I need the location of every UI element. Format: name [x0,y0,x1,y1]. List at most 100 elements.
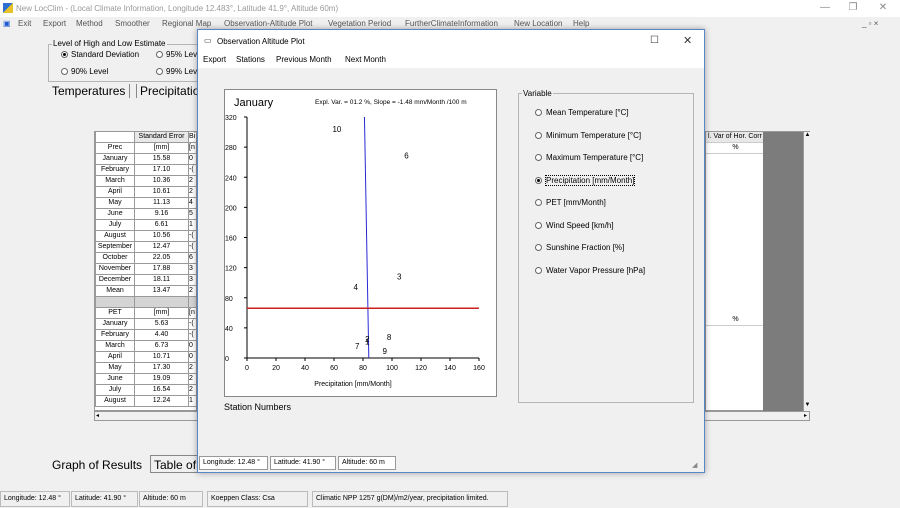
table-row: April 10.71 0 [95,352,196,363]
table-cell: 9.16 [135,209,189,220]
dialog-window-icon: ▭ [204,36,212,45]
menu-method[interactable]: Method [76,19,103,28]
table-header-row: Standard Error Bi [95,132,196,143]
table-row: September 12.47 -( [95,242,196,253]
table-cell: Prec [95,143,135,154]
table-cell: April [95,187,135,198]
level-99-radio[interactable] [156,68,163,75]
maximize-button[interactable]: ❐ [838,0,868,17]
mdi-window-controls[interactable]: _ ▫ × [862,19,878,28]
table-row: January 5.63 -( [95,319,196,330]
tab-temperatures[interactable]: Temperatures [52,84,131,98]
table-cell [95,297,135,308]
variable-radio[interactable] [535,244,542,251]
close-button[interactable]: ✕ [868,0,898,17]
menu-further-climate-information[interactable]: FurtherClimateInformation [405,19,498,28]
table-cell: 18.11 [135,275,189,286]
table-cell: May [95,198,135,209]
table-cell: January [95,154,135,165]
dialog-menu-export[interactable]: Export [203,55,226,64]
table-cell: 2 [189,385,196,396]
table-row: August 12.24 1 [95,396,196,407]
app-title-bar: New LocClim - (Local Climate Information… [0,0,900,17]
scroll-down-icon[interactable]: ▼ [804,402,811,411]
menu-help[interactable]: Help [573,19,589,28]
x-tick-label: 120 [415,365,427,372]
scroll-left-icon[interactable]: ◂ [96,412,99,419]
dialog-menu-previous-month[interactable]: Previous Month [276,55,332,64]
scroll-right-icon[interactable]: ▸ [804,412,807,419]
level-90-radio[interactable] [61,68,68,75]
resize-grip-icon[interactable]: ◢ [692,461,697,469]
table-cell: -( [189,319,196,330]
menu-new-location[interactable]: New Location [514,19,562,28]
std-dev-radio[interactable] [61,51,68,58]
altitude-plot-svg: January Expl. Var. = 01.2 %, Slope = -1.4… [225,97,485,388]
status-altitude: Altitude: 60 m [139,491,203,507]
menu-export[interactable]: Export [43,19,66,28]
variable-radio[interactable] [535,154,542,161]
variable-radio[interactable] [535,199,542,206]
dialog-status-longitude: Longitude: 12.48 ° [199,456,268,470]
level-95-radio[interactable] [156,51,163,58]
table-cell: 3 [189,275,196,286]
table-cell: 4.40 [135,330,189,341]
table-cell: -( [189,330,196,341]
variable-radio[interactable] [535,131,542,139]
table-row: July 6.61 1 [95,220,196,231]
table-cell: Bi [189,132,196,143]
table-cell: 19.09 [135,374,189,385]
variable-radio[interactable] [535,266,542,274]
variable-radio[interactable] [535,176,542,184]
variable-option-label: Minimum Temperature [°C] [546,130,642,140]
table-cell: 2 [189,374,196,385]
chart-title: January [234,97,274,109]
table-row: June 19.09 2 [95,374,196,385]
minimize-button[interactable]: — [810,0,840,17]
variable-option-label: Wind Speed [km/h] [546,220,614,230]
menu-regional-map[interactable]: Regional Map [162,19,211,28]
table-cell: October [95,253,135,264]
y-tick-label: 200 [225,205,237,212]
table-cell: 10.56 [135,231,189,242]
tab-graph-of-results[interactable]: Graph of Results [52,458,142,472]
table-cell [135,297,189,308]
estimate-group-legend: Level of High and Low Estimate [52,39,167,48]
table-row: May 17.30 2 [95,363,196,374]
table-cell: [n [189,308,196,319]
dialog-close-icon[interactable]: ✕ [683,34,692,47]
dialog-title: Observation Altitude Plot [217,37,305,46]
variable-radio[interactable] [535,109,542,116]
scroll-up-icon[interactable]: ▲ [804,132,811,141]
table-row: October 22.05 6 [95,253,196,264]
variable-option-label: Precipitation [mm/Month] [544,174,636,186]
table-cell: 3 [189,264,196,275]
menu-smoother[interactable]: Smoother [115,19,150,28]
menu-exit[interactable]: Exit [18,19,31,28]
table-cell: August [95,231,135,242]
vertical-scrollbar[interactable]: ▲ ▼ [803,132,811,412]
table-cell: February [95,165,135,176]
table-cell: 10.61 [135,187,189,198]
table-cell: May [95,363,135,374]
station-point-label: 10 [332,125,341,134]
level-90-label: 90% Level [71,67,109,76]
table-row: November 17.88 3 [95,264,196,275]
dialog-menu-stations[interactable]: Stations [236,55,265,64]
status-longitude: Longitude: 12.48 ° [0,491,70,507]
menu-observation-altitude-plot[interactable]: Observation-Altitude Plot [224,19,313,28]
altitude-plot: January Expl. Var. = 01.2 %, Slope = -1.4… [224,89,497,397]
table-spacer-row [95,297,196,308]
dialog-menu-next-month[interactable]: Next Month [345,55,386,64]
station-point-label: 8 [387,333,392,342]
station-point-label: 7 [355,342,360,351]
table-cell: -( [189,231,196,242]
table-cell: 17.10 [135,165,189,176]
dialog-maximize-icon[interactable]: ☐ [650,35,659,46]
table-cell [189,297,196,308]
variable-option-label: Sunshine Fraction [%] [546,243,625,252]
tab-table-of[interactable]: Table of [150,455,200,473]
variable-radio[interactable] [535,221,542,229]
menu-vegetation-period[interactable]: Vegetation Period [328,19,391,28]
y-tick-label: 40 [225,326,233,333]
